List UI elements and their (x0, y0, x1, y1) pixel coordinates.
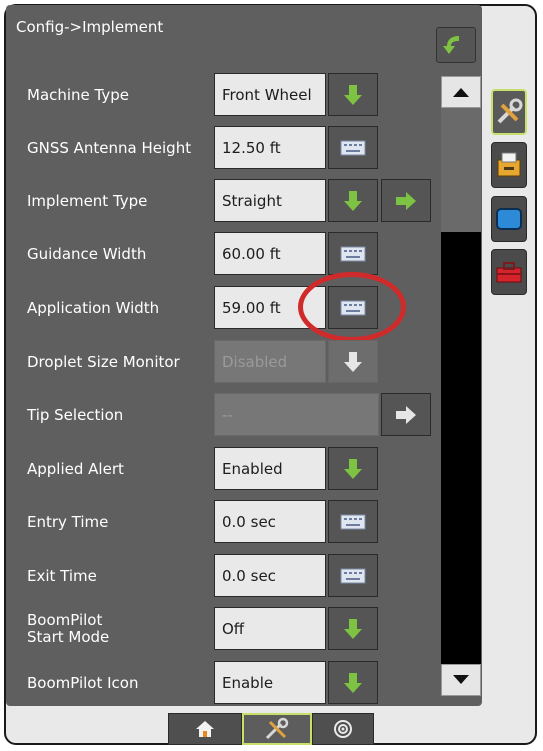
down-arrow-icon (344, 351, 362, 372)
applied-alert-value[interactable]: Enabled (214, 447, 326, 490)
back-button[interactable] (436, 27, 476, 63)
scrollbar-thumb[interactable] (441, 108, 481, 232)
guidance-width-keyboard-button[interactable] (328, 232, 378, 275)
down-arrow-icon (344, 84, 362, 105)
side-tab-tools[interactable] (491, 89, 527, 135)
boompilot-start-mode-label: BoomPilot Start Mode (27, 612, 109, 646)
right-arrow-icon (396, 191, 416, 210)
exit-time-value[interactable]: 0.0 sec (214, 554, 326, 597)
keyboard-icon (340, 568, 366, 583)
machine-type-dropdown-button[interactable] (328, 73, 378, 116)
exit-time-keyboard-button[interactable] (328, 554, 378, 597)
boompilot-start-mode-value[interactable]: Off (214, 607, 326, 650)
gnss-antenna-height-value[interactable]: 12.50 ft (214, 126, 326, 169)
tip-selection-label: Tip Selection (27, 406, 124, 424)
boompilot-icon-dropdown-button[interactable] (328, 661, 378, 704)
scroll-down-button[interactable] (441, 664, 481, 696)
home-icon (196, 721, 214, 737)
application-width-label: Application Width (27, 299, 160, 317)
gnss-antenna-height-keyboard-button[interactable] (328, 126, 378, 169)
highlight-circle (298, 272, 406, 342)
display-icon (496, 208, 522, 230)
droplet-size-monitor-dropdown-button (328, 340, 378, 383)
guidance-width-label: Guidance Width (27, 245, 147, 263)
tools-icon (497, 98, 523, 124)
caret-up-icon (453, 88, 469, 97)
entry-time-label: Entry Time (27, 513, 109, 531)
implement-type-label: Implement Type (27, 192, 148, 210)
tools-icon (265, 717, 289, 740)
applied-alert-label: Applied Alert (27, 460, 124, 478)
bottom-tab-home[interactable] (168, 713, 242, 745)
boompilot-icon-value[interactable]: Enable (214, 661, 326, 704)
down-arrow-icon (344, 618, 362, 639)
implement-type-value[interactable]: Straight (214, 179, 326, 222)
side-tab-console[interactable] (491, 142, 527, 188)
machine-type-value[interactable]: Front Wheel (214, 73, 326, 116)
gps-icon (334, 720, 352, 738)
boompilot-start-mode-dropdown-button[interactable] (328, 607, 378, 650)
boompilot-start-mode-label-line1: BoomPilot (27, 611, 103, 629)
keyboard-icon (340, 246, 366, 261)
tip-selection-next-button[interactable] (381, 393, 431, 436)
page-title: Config->Implement (16, 18, 164, 36)
implement-type-next-button[interactable] (381, 179, 431, 222)
down-arrow-icon (344, 458, 362, 479)
caret-down-icon (453, 675, 469, 684)
bottom-tab-gps[interactable] (312, 713, 374, 745)
droplet-size-monitor-value: Disabled (214, 340, 326, 383)
back-arrow-icon (443, 36, 459, 54)
boompilot-start-mode-label-line2: Start Mode (27, 628, 110, 646)
guidance-width-value[interactable]: 60.00 ft (214, 232, 326, 275)
tip-selection-value: -- (214, 393, 379, 436)
down-arrow-icon (344, 672, 362, 693)
side-tab-display[interactable] (491, 196, 527, 242)
entry-time-keyboard-button[interactable] (328, 500, 378, 543)
right-arrow-icon (396, 405, 416, 424)
printer-icon (497, 152, 521, 177)
scroll-up-button[interactable] (441, 76, 481, 108)
applied-alert-dropdown-button[interactable] (328, 447, 378, 490)
exit-time-label: Exit Time (27, 567, 97, 585)
side-tab-toolbox[interactable] (491, 249, 527, 295)
machine-type-label: Machine Type (27, 86, 130, 104)
bottom-tab-tools[interactable] (242, 713, 312, 745)
droplet-size-monitor-label: Droplet Size Monitor (27, 353, 180, 371)
boompilot-icon-label: BoomPilot Icon (27, 674, 139, 692)
entry-time-value[interactable]: 0.0 sec (214, 500, 326, 543)
keyboard-icon (340, 140, 366, 155)
implement-type-dropdown-button[interactable] (328, 179, 378, 222)
gnss-antenna-height-label: GNSS Antenna Height (27, 139, 192, 157)
down-arrow-icon (344, 190, 362, 211)
toolbox-icon (496, 262, 522, 283)
keyboard-icon (340, 514, 366, 529)
